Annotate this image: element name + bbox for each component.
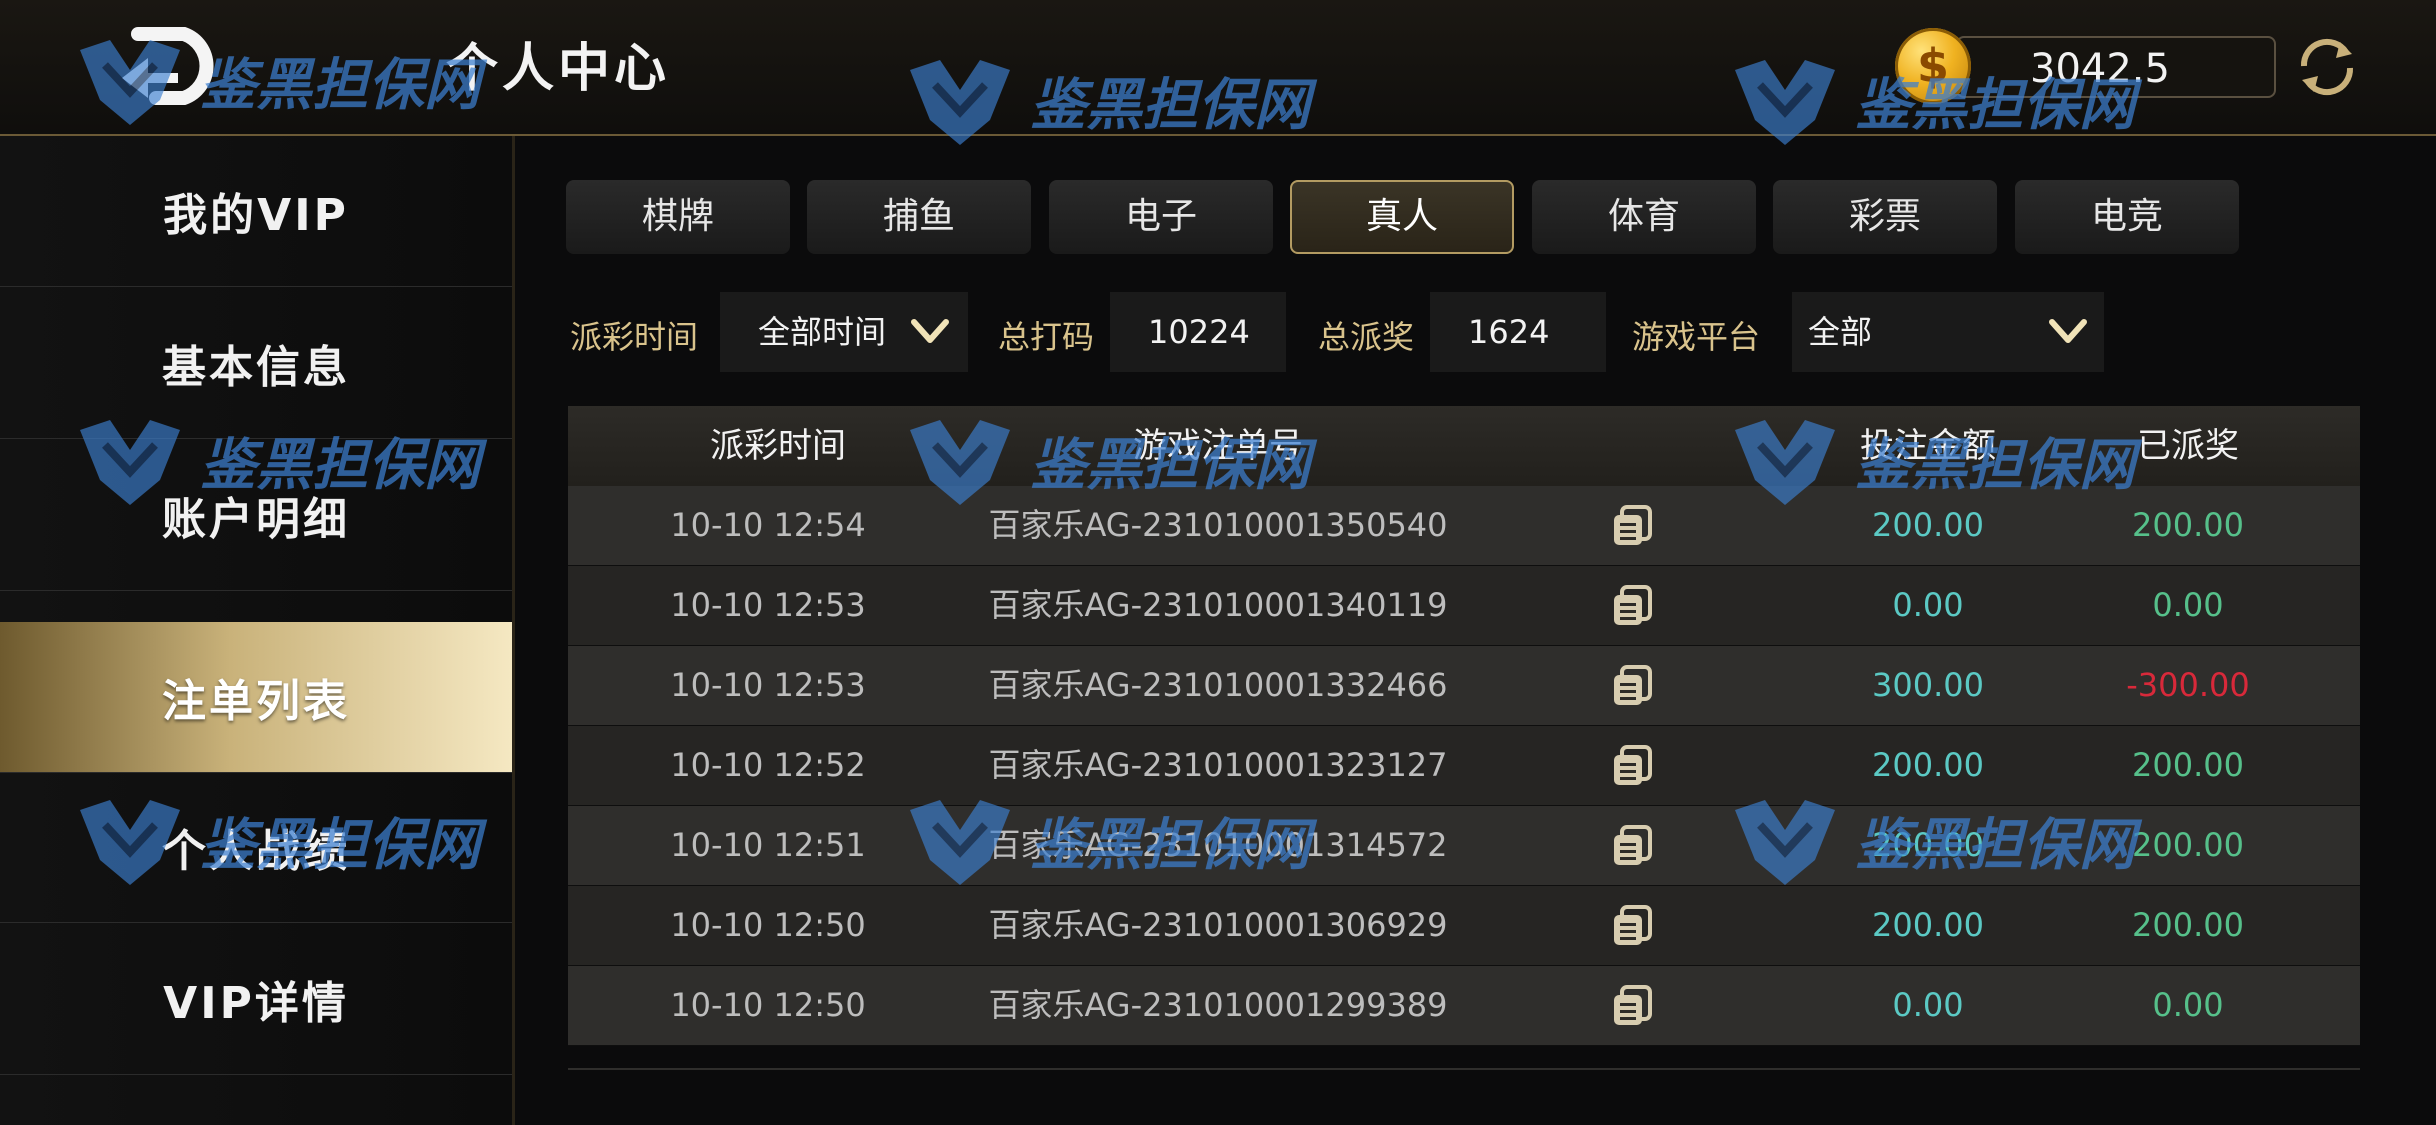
sidebar-item-account-details[interactable]: 账户明细	[0, 440, 512, 591]
balance-display: 3042.5	[1956, 36, 2276, 98]
cell-payout-time: 10-10 12:51	[670, 826, 866, 864]
sidebar-item-label: VIP详情	[163, 978, 349, 1029]
cell-payout: 200.00	[2132, 506, 2244, 544]
sidebar-item-label: 账户明细	[162, 494, 350, 545]
payout-time-label: 派彩时间	[570, 318, 699, 356]
tab-lottery[interactable]: 彩票	[1773, 180, 1997, 254]
table-row: 10-10 12:53 百家乐AG-231010001340119 0.00 0.00	[568, 566, 2360, 646]
column-header-payout-time: 派彩时间	[710, 426, 846, 466]
cell-payout: 0.00	[2152, 586, 2224, 624]
cell-order-number: 百家乐AG-231010001340119	[988, 586, 1448, 624]
tab-esports[interactable]: 电竞	[2015, 180, 2239, 254]
cell-payout-time: 10-10 12:54	[670, 506, 866, 544]
total-payout-value: 1624	[1430, 292, 1606, 372]
cell-payout: 0.00	[2152, 986, 2224, 1024]
cell-payout: 200.00	[2132, 826, 2244, 864]
tab-fishing[interactable]: 捕鱼	[807, 180, 1031, 254]
sidebar-item-personal-record[interactable]: 个人战绩	[0, 772, 512, 923]
sidebar-item-my-vip[interactable]: 我的VIP	[0, 136, 512, 287]
copy-icon[interactable]	[1610, 903, 1656, 949]
copy-icon[interactable]	[1610, 983, 1656, 1029]
cell-payout-time: 10-10 12:53	[670, 586, 866, 624]
table-row: 10-10 12:54 百家乐AG-231010001350540 200.00 20…	[568, 486, 2360, 566]
copy-icon[interactable]	[1610, 823, 1656, 869]
cell-payout: 200.00	[2132, 906, 2244, 944]
sidebar-item-label: 注单列表	[162, 676, 350, 727]
tab-live-casino[interactable]: 真人	[1290, 180, 1514, 254]
cell-order-number: 百家乐AG-231010001323127	[988, 746, 1448, 784]
cell-payout-time: 10-10 12:50	[670, 906, 866, 944]
table-row: 10-10 12:53 百家乐AG-231010001332466 300.00 -3…	[568, 646, 2360, 726]
copy-icon[interactable]	[1610, 663, 1656, 709]
table-header: 派彩时间 游戏注单号 投注金额 已派奖	[568, 406, 2360, 486]
refresh-icon[interactable]	[2290, 30, 2364, 104]
cell-order-number: 百家乐AG-231010001306929	[988, 906, 1448, 944]
chevron-down-icon	[911, 319, 949, 343]
sidebar: 我的VIP 基本信息 账户明细 注单列表 个人战绩 VIP详情	[0, 136, 515, 1125]
total-bet-label: 总打码	[998, 318, 1095, 356]
tab-slots[interactable]: 电子	[1049, 180, 1273, 254]
sidebar-item-vip-details[interactable]: VIP详情	[0, 924, 512, 1075]
chevron-down-icon	[2049, 319, 2087, 343]
tab-sports[interactable]: 体育	[1532, 180, 1756, 254]
cell-order-number: 百家乐AG-231010001299389	[988, 986, 1448, 1024]
table-row: 10-10 12:50 百家乐AG-231010001299389 0.00 0.00	[568, 966, 2360, 1046]
cell-payout-time: 10-10 12:50	[670, 986, 866, 1024]
table-row-partial	[568, 1068, 2360, 1070]
time-range-select[interactable]: 全部时间	[720, 292, 968, 372]
cell-order-number: 百家乐AG-231010001314572	[988, 826, 1448, 864]
total-bet-value: 10224	[1110, 292, 1286, 372]
table-row: 10-10 12:52 百家乐AG-231010001323127 200.00 20…	[568, 726, 2360, 806]
cell-bet-amount: 0.00	[1892, 986, 1964, 1024]
game-platform-value: 全部	[1808, 313, 1873, 351]
cell-payout: 200.00	[2132, 746, 2244, 784]
time-range-value: 全部时间	[758, 313, 887, 351]
top-bar: 个人中心 3042.5 $	[0, 0, 2436, 136]
copy-icon[interactable]	[1610, 743, 1656, 789]
copy-icon[interactable]	[1610, 503, 1656, 549]
cell-bet-amount: 200.00	[1872, 506, 1984, 544]
sidebar-item-label: 个人战绩	[162, 826, 350, 877]
sidebar-item-label: 基本信息	[162, 342, 350, 393]
total-payout-label: 总派奖	[1318, 318, 1415, 356]
balance-value: 3042.5	[2030, 46, 2170, 92]
page-title: 个人中心	[446, 39, 671, 99]
sidebar-item-basic-info[interactable]: 基本信息	[0, 288, 512, 439]
coin-icon: $	[1895, 28, 1971, 104]
bet-table: 派彩时间 游戏注单号 投注金额 已派奖 10-10 12:54 百家乐AG-231…	[568, 406, 2360, 1070]
cell-bet-amount: 200.00	[1872, 826, 1984, 864]
table-row: 10-10 12:51 百家乐AG-231010001314572 200.00 20…	[568, 806, 2360, 886]
sidebar-item-label: 我的VIP	[163, 190, 349, 241]
table-row: 10-10 12:50 百家乐AG-231010001306929 200.00 20…	[568, 886, 2360, 966]
game-platform-label: 游戏平台	[1632, 318, 1761, 356]
cell-payout-time: 10-10 12:52	[670, 746, 866, 784]
cell-bet-amount: 300.00	[1872, 666, 1984, 704]
column-header-bet-amount: 投注金额	[1860, 426, 1996, 466]
back-arrow-icon[interactable]	[118, 26, 230, 106]
column-header-order-number: 游戏注单号	[1133, 426, 1303, 466]
cell-order-number: 百家乐AG-231010001350540	[988, 506, 1448, 544]
cell-payout: -300.00	[2126, 666, 2250, 704]
cell-bet-amount: 0.00	[1892, 586, 1964, 624]
cell-bet-amount: 200.00	[1872, 746, 1984, 784]
cell-bet-amount: 200.00	[1872, 906, 1984, 944]
tab-chess-cards[interactable]: 棋牌	[566, 180, 790, 254]
main-content: 棋牌 捕鱼 电子 真人 体育 彩票 电竞 派彩时间 全部时间 总打码 10224…	[520, 136, 2436, 1125]
cell-payout-time: 10-10 12:53	[670, 666, 866, 704]
copy-icon[interactable]	[1610, 583, 1656, 629]
column-header-payout: 已派奖	[2137, 426, 2239, 466]
game-platform-select[interactable]: 全部	[1792, 292, 2104, 372]
cell-order-number: 百家乐AG-231010001332466	[988, 666, 1448, 704]
sidebar-item-bet-list[interactable]: 注单列表	[0, 622, 512, 773]
